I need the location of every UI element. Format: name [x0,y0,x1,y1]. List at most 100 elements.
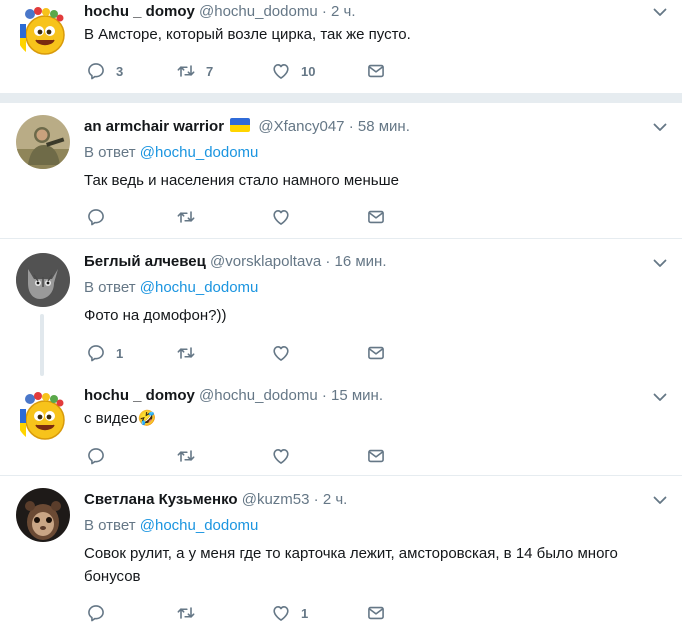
reply-to-link[interactable]: @hochu_dodomu [140,144,259,161]
chevron-down-icon[interactable] [652,255,668,271]
envelope-icon [366,343,386,363]
reply-count: 1 [116,345,124,361]
chevron-down-icon[interactable] [652,492,668,508]
user-name[interactable]: hochu _ domoy [84,387,195,404]
tweet-header: Светлана Кузьменко @kuzm53 · 2 ч. [84,490,347,512]
separator-dot: · [321,3,327,20]
like-button[interactable]: 1 [271,602,308,624]
chevron-down-icon[interactable] [652,119,668,135]
tweet-text: Фото на домофон?)) [84,307,227,324]
heart-icon [271,343,291,363]
retweet-button[interactable] [176,602,196,624]
like-button[interactable] [271,342,291,364]
like-button[interactable]: 10 [271,60,315,82]
envelope-icon [366,207,386,227]
heart-icon [271,603,291,623]
reply-icon [86,603,106,623]
direct-message-button[interactable] [366,342,386,364]
timestamp[interactable]: 2 ч. [331,3,356,20]
avatar[interactable] [16,389,70,443]
timestamp[interactable]: 15 мин. [331,387,383,404]
tweet-header: hochu _ domoy @hochu_dodomu · 15 мин. [84,386,383,408]
chevron-down-icon[interactable] [652,389,668,405]
tweet-actions: 1 [86,342,406,364]
direct-message-button[interactable] [366,602,386,624]
tweet[interactable]: hochu _ domoy @hochu_dodomu · 2 ч. В Амс… [0,0,682,96]
reply-context: В ответ @hochu_dodomu [84,278,258,298]
avatar[interactable] [16,115,70,169]
retweet-button[interactable] [176,445,196,467]
user-name[interactable]: hochu _ domoy [84,3,195,20]
reply-prefix: В ответ [84,279,136,296]
heart-icon [271,207,291,227]
tweet[interactable]: Светлана Кузьменко @kuzm53 · 2 ч. В отве… [0,476,682,632]
retweet-button[interactable]: 7 [176,60,213,82]
direct-message-button[interactable] [366,206,386,228]
reply-icon [86,343,106,363]
separator-dot: · [313,491,319,508]
reply-button[interactable]: 1 [86,342,123,364]
reply-count: 3 [116,63,124,79]
retweet-count: 7 [206,63,214,79]
retweet-icon [176,207,196,227]
direct-message-button[interactable] [366,445,386,467]
avatar[interactable] [16,253,70,307]
reply-context: В ответ @hochu_dodomu [84,143,258,163]
chevron-down-icon[interactable] [652,4,668,20]
user-handle[interactable]: @vorsklapoltava [210,253,321,270]
reply-context: В ответ @hochu_dodomu [84,516,258,536]
envelope-icon [366,603,386,623]
tweet-actions: 1 [86,602,406,624]
tweet-header: an armchair warrior @Xfancy047 · 58 мин. [84,117,410,139]
retweet-button[interactable] [176,206,196,228]
envelope-icon [366,61,386,81]
heart-icon [271,61,291,81]
tweet-header: Беглый алчевец @vorsklapoltava · 16 мин. [84,252,387,274]
retweet-icon [176,446,196,466]
user-handle[interactable]: @hochu_dodomu [199,387,318,404]
retweet-icon [176,603,196,623]
envelope-icon [366,446,386,466]
reply-to-link[interactable]: @hochu_dodomu [140,517,259,534]
retweet-icon [176,343,196,363]
user-name[interactable]: Беглый алчевец [84,253,206,270]
avatar[interactable] [16,488,70,542]
tweet[interactable]: an armchair warrior @Xfancy047 · 58 мин.… [0,103,682,235]
user-handle[interactable]: @kuzm53 [242,491,310,508]
retweet-icon [176,61,196,81]
like-count: 1 [301,605,309,621]
separator-dot: · [325,253,331,270]
tweet-actions [86,206,406,228]
thread-line [40,314,44,376]
timestamp[interactable]: 58 мин. [358,118,410,135]
timestamp[interactable]: 16 мин. [335,253,387,270]
user-name[interactable]: Светлана Кузьменко [84,491,238,508]
avatar[interactable] [16,4,70,58]
reply-button[interactable] [86,602,106,624]
reply-button[interactable] [86,445,106,467]
ukraine-flag-icon [230,118,251,132]
like-button[interactable] [271,206,291,228]
user-handle[interactable]: @Xfancy047 [258,118,344,135]
retweet-button[interactable] [176,342,196,364]
reply-button[interactable] [86,206,106,228]
timestamp[interactable]: 2 ч. [323,491,348,508]
reply-icon [86,61,106,81]
reply-icon [86,207,106,227]
tweet-text: Совок рулит, а у меня где то карточка ле… [84,545,618,585]
tweet[interactable]: Беглый алчевец @vorsklapoltava · 16 мин.… [0,239,682,376]
reply-button[interactable]: 3 [86,60,123,82]
tweet-actions: 3 7 10 [86,60,406,82]
tweet[interactable]: hochu _ domoy @hochu_dodomu · 15 мин. с … [0,375,682,475]
user-handle[interactable]: @hochu_dodomu [199,3,318,20]
reply-to-link[interactable]: @hochu_dodomu [140,279,259,296]
tweet-header: hochu _ domoy @hochu_dodomu · 2 ч. [84,2,356,24]
section-gap [0,93,682,103]
direct-message-button[interactable] [366,60,386,82]
like-count: 10 [301,63,316,79]
user-name[interactable]: an armchair warrior [84,118,224,135]
reply-prefix: В ответ [84,517,136,534]
like-button[interactable] [271,445,291,467]
tweet-text: Так ведь и населения стало намного меньш… [84,172,399,189]
reply-icon [86,446,106,466]
